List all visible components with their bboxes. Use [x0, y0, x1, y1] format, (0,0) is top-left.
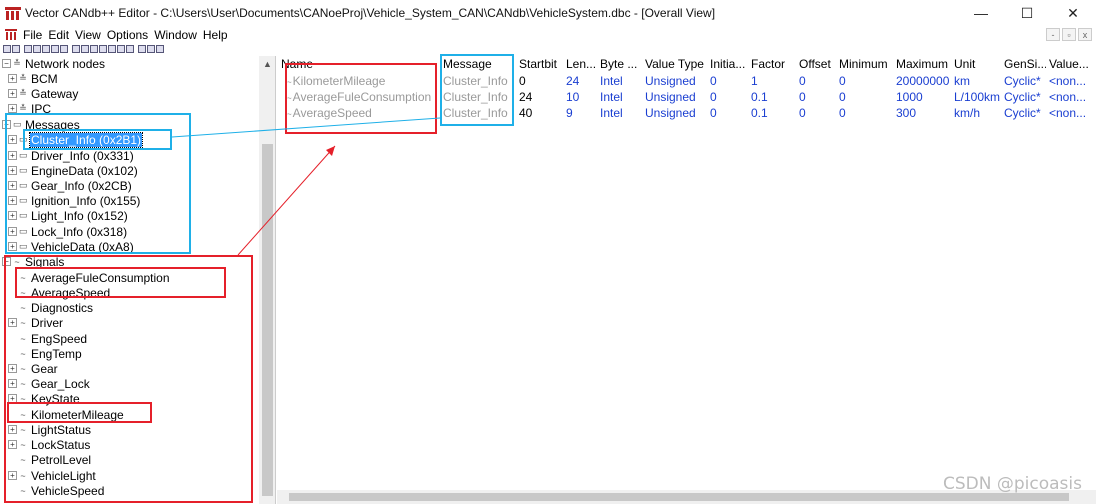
annotation-link-line — [171, 117, 441, 138]
watermark: CSDN @picoasis — [943, 474, 1082, 494]
annotation-arrows — [171, 117, 441, 256]
annotation-arrow-line — [237, 145, 336, 256]
